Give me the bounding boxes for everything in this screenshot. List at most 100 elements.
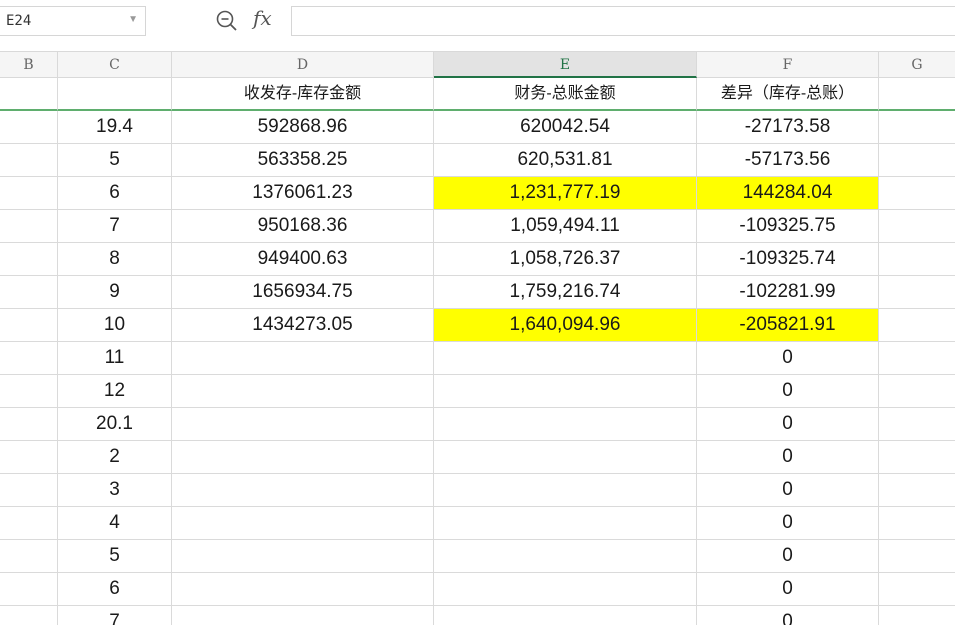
cell-b[interactable]: [0, 144, 58, 177]
formula-input[interactable]: [291, 6, 955, 36]
cell-c[interactable]: 11: [58, 342, 172, 375]
cell-e[interactable]: [434, 342, 697, 375]
cell-b[interactable]: [0, 309, 58, 342]
cell-c[interactable]: 8: [58, 243, 172, 276]
cell-b[interactable]: [0, 276, 58, 309]
cell-f[interactable]: -205821.91: [697, 309, 879, 342]
cell-d[interactable]: 949400.63: [172, 243, 434, 276]
cell-d[interactable]: [172, 507, 434, 540]
cell-d[interactable]: 1434273.05: [172, 309, 434, 342]
cell-e[interactable]: [434, 375, 697, 408]
cell-b[interactable]: [0, 408, 58, 441]
cell-f[interactable]: -102281.99: [697, 276, 879, 309]
cell-e[interactable]: 620042.54: [434, 111, 697, 144]
cell-c[interactable]: 6: [58, 177, 172, 210]
cell-b[interactable]: [0, 507, 58, 540]
cell-b[interactable]: [0, 111, 58, 144]
cell-g[interactable]: [879, 606, 955, 625]
cell-g[interactable]: [879, 342, 955, 375]
cell-g[interactable]: [879, 144, 955, 177]
cell-e[interactable]: [434, 573, 697, 606]
cell-g[interactable]: [879, 375, 955, 408]
column-header-e[interactable]: E: [434, 52, 697, 78]
cell-c-header[interactable]: [58, 78, 172, 111]
cell-c[interactable]: 4: [58, 507, 172, 540]
cell-d-header[interactable]: 收发存-库存金额: [172, 78, 434, 111]
cell-f-header[interactable]: 差异（库存-总账）: [697, 78, 879, 111]
cell-b[interactable]: [0, 606, 58, 625]
cell-e[interactable]: 1,759,216.74: [434, 276, 697, 309]
cell-c[interactable]: 7: [58, 210, 172, 243]
column-header-g[interactable]: G: [879, 52, 955, 78]
cell-e[interactable]: [434, 474, 697, 507]
cell-g[interactable]: [879, 111, 955, 144]
cell-f[interactable]: -109325.75: [697, 210, 879, 243]
cell-c[interactable]: 6: [58, 573, 172, 606]
cell-f[interactable]: 0: [697, 375, 879, 408]
cell-b[interactable]: [0, 243, 58, 276]
cell-c[interactable]: 3: [58, 474, 172, 507]
cell-g[interactable]: [879, 441, 955, 474]
cell-d[interactable]: 592868.96: [172, 111, 434, 144]
cell-c[interactable]: 10: [58, 309, 172, 342]
cell-g[interactable]: [879, 243, 955, 276]
column-header-b[interactable]: B: [0, 52, 58, 78]
name-box[interactable]: E24 ▼: [0, 6, 146, 36]
cell-f[interactable]: -27173.58: [697, 111, 879, 144]
cell-d[interactable]: 950168.36: [172, 210, 434, 243]
cell-d[interactable]: 1376061.23: [172, 177, 434, 210]
cell-g[interactable]: [879, 78, 955, 111]
cell-d[interactable]: [172, 606, 434, 625]
cell-d[interactable]: [172, 441, 434, 474]
cell-b[interactable]: [0, 78, 58, 111]
column-header-f[interactable]: F: [697, 52, 879, 78]
cell-f[interactable]: 0: [697, 441, 879, 474]
cell-g[interactable]: [879, 540, 955, 573]
cell-e[interactable]: 1,231,777.19: [434, 177, 697, 210]
cell-g[interactable]: [879, 507, 955, 540]
cell-e[interactable]: 1,058,726.37: [434, 243, 697, 276]
cell-d[interactable]: [172, 573, 434, 606]
cell-e[interactable]: [434, 507, 697, 540]
cell-g[interactable]: [879, 408, 955, 441]
cell-e[interactable]: [434, 408, 697, 441]
cell-g[interactable]: [879, 309, 955, 342]
cell-e[interactable]: 620,531.81: [434, 144, 697, 177]
cell-f[interactable]: 144284.04: [697, 177, 879, 210]
cell-f[interactable]: 0: [697, 540, 879, 573]
chevron-down-icon[interactable]: ▼: [128, 14, 138, 25]
cell-f[interactable]: 0: [697, 474, 879, 507]
cell-c[interactable]: 20.1: [58, 408, 172, 441]
fx-icon[interactable]: fx: [253, 6, 272, 30]
cell-d[interactable]: [172, 540, 434, 573]
column-header-c[interactable]: C: [58, 52, 172, 78]
cell-b[interactable]: [0, 540, 58, 573]
cell-g[interactable]: [879, 276, 955, 309]
cell-e-header[interactable]: 财务-总账金额: [434, 78, 697, 111]
cell-b[interactable]: [0, 441, 58, 474]
cell-g[interactable]: [879, 474, 955, 507]
cell-b[interactable]: [0, 375, 58, 408]
cell-f[interactable]: 0: [697, 573, 879, 606]
cell-f[interactable]: -57173.56: [697, 144, 879, 177]
cell-g[interactable]: [879, 573, 955, 606]
cell-c[interactable]: 7: [58, 606, 172, 625]
cell-b[interactable]: [0, 210, 58, 243]
cell-g[interactable]: [879, 210, 955, 243]
cell-b[interactable]: [0, 474, 58, 507]
cell-e[interactable]: 1,640,094.96: [434, 309, 697, 342]
cell-e[interactable]: [434, 441, 697, 474]
cell-e[interactable]: 1,059,494.11: [434, 210, 697, 243]
cell-c[interactable]: 19.4: [58, 111, 172, 144]
column-header-d[interactable]: D: [172, 52, 434, 78]
cell-f[interactable]: 0: [697, 408, 879, 441]
cell-f[interactable]: 0: [697, 342, 879, 375]
cell-d[interactable]: [172, 474, 434, 507]
cell-f[interactable]: 0: [697, 606, 879, 625]
cell-f[interactable]: -109325.74: [697, 243, 879, 276]
cell-e[interactable]: [434, 606, 697, 625]
cell-c[interactable]: 2: [58, 441, 172, 474]
cell-e[interactable]: [434, 540, 697, 573]
cell-c[interactable]: 5: [58, 144, 172, 177]
cell-d[interactable]: 563358.25: [172, 144, 434, 177]
